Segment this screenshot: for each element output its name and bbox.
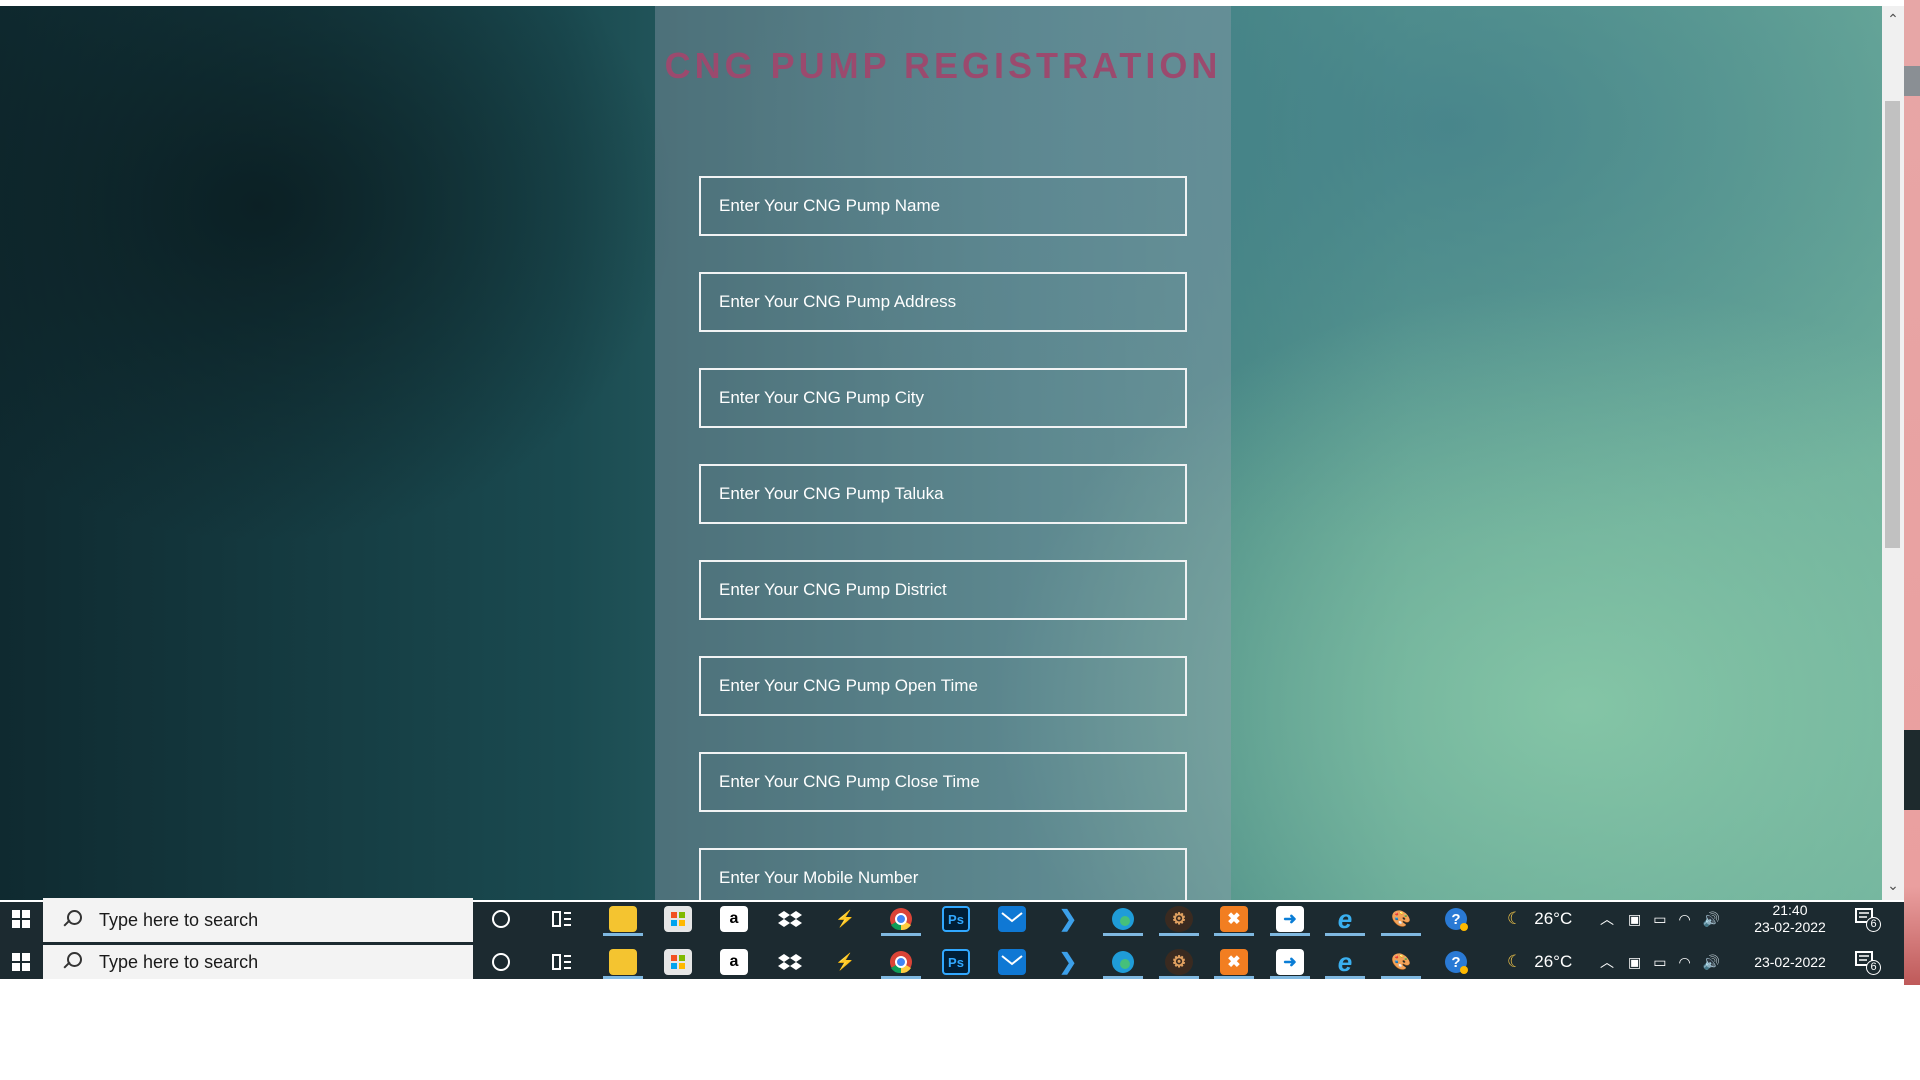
start-button[interactable] <box>0 945 42 979</box>
form-title: CNG PUMP REGISTRATION <box>664 45 1222 86</box>
adjacent-window-dark-region <box>1904 730 1920 810</box>
search-icon <box>59 949 85 975</box>
vscode-icon[interactable]: ❯ <box>1054 906 1082 932</box>
task-view-icon[interactable] <box>548 906 576 932</box>
pump-open-time-input[interactable] <box>699 656 1187 716</box>
battery-icon[interactable]: ▭ <box>1653 911 1666 928</box>
scroll-thumb[interactable] <box>1885 101 1900 548</box>
help-icon[interactable]: ? <box>1442 949 1470 975</box>
registration-form: CNG PUMP REGISTRATION <box>655 6 1231 900</box>
chrome-icon[interactable] <box>881 949 921 979</box>
gear-app-icon[interactable]: ⚙ <box>1159 949 1199 979</box>
start-button[interactable] <box>0 902 42 936</box>
weather-temp: 26°C <box>1534 909 1573 928</box>
amazon-icon[interactable]: a <box>720 906 748 932</box>
moon-icon: ☾ <box>1507 952 1523 971</box>
meet-now-icon[interactable]: ▣ <box>1628 954 1641 971</box>
cortana-icon[interactable] <box>487 906 515 932</box>
page-viewport: CNG PUMP REGISTRATION <box>0 6 1882 900</box>
search-icon <box>59 907 85 933</box>
weather-widget[interactable]: ☾ 26°C <box>1507 902 1572 936</box>
photoshop-icon[interactable]: Ps <box>942 906 970 932</box>
volume-icon[interactable]: 🔊 <box>1703 911 1720 928</box>
xampp-icon[interactable]: ✖ <box>1214 949 1254 979</box>
pump-taluka-input[interactable] <box>699 464 1187 524</box>
taskbar-search-box[interactable]: Type here to search <box>43 945 473 979</box>
store-icon[interactable] <box>664 906 692 932</box>
moon-icon: ☾ <box>1507 909 1523 928</box>
sublime-icon[interactable]: ⚡ <box>831 906 859 932</box>
search-placeholder: Type here to search <box>99 951 259 972</box>
weather-temp: 26°C <box>1534 952 1573 971</box>
clock-time: 21:40 <box>1772 902 1808 918</box>
notification-count: 6 <box>1866 917 1881 932</box>
pump-city-input[interactable] <box>699 368 1187 428</box>
mobile-number-input[interactable] <box>699 848 1187 900</box>
windows-logo-icon <box>12 910 30 928</box>
edge-icon[interactable] <box>1103 906 1143 936</box>
file-explorer-icon[interactable] <box>603 949 643 979</box>
internet-explorer-icon[interactable]: e <box>1325 904 1365 936</box>
vertical-scrollbar[interactable]: ⌃ ⌄ <box>1882 6 1904 900</box>
pump-name-input[interactable] <box>699 176 1187 236</box>
system-tray[interactable]: ︿ ▣ ▭ ◠ 🔊 <box>1600 945 1720 979</box>
notification-center-icon[interactable]: 6 <box>1854 950 1881 975</box>
tray-chevron-up-icon[interactable]: ︿ <box>1600 909 1614 929</box>
wifi-icon[interactable]: ◠ <box>1678 911 1690 928</box>
search-placeholder: Type here to search <box>99 909 259 930</box>
help-icon[interactable]: ? <box>1442 906 1470 932</box>
store-icon[interactable] <box>664 949 692 975</box>
edge-icon[interactable] <box>1103 949 1143 979</box>
volume-icon[interactable]: 🔊 <box>1703 954 1720 971</box>
weather-widget[interactable]: ☾ 26°C <box>1507 945 1572 979</box>
scroll-down-arrow-icon[interactable]: ⌄ <box>1882 874 1904 896</box>
tray-chevron-up-icon[interactable]: ︿ <box>1600 952 1614 972</box>
remote-icon[interactable]: ➜ <box>1270 949 1310 979</box>
amazon-icon[interactable]: a <box>720 949 748 975</box>
wifi-icon[interactable]: ◠ <box>1678 954 1690 971</box>
dropbox-icon[interactable] <box>776 949 804 975</box>
svg-text:?: ? <box>1451 954 1460 971</box>
task-view-icon[interactable] <box>548 949 576 975</box>
clock-date: 23-02-2022 <box>1754 954 1826 970</box>
dropbox-icon[interactable] <box>776 906 804 932</box>
system-tray[interactable]: ︿ ▣ ▭ ◠ 🔊 <box>1600 902 1720 936</box>
svg-text:?: ? <box>1451 911 1460 928</box>
taskbar-clock[interactable]: 23-02-2022 <box>1735 945 1845 979</box>
notification-count: 6 <box>1866 960 1881 975</box>
adjacent-window-tab <box>1904 66 1920 96</box>
taskbar-clock[interactable]: 21:40 23-02-2022 <box>1735 902 1845 936</box>
paint-icon[interactable]: 🎨 <box>1381 949 1421 979</box>
battery-icon[interactable]: ▭ <box>1653 954 1666 971</box>
xampp-icon[interactable]: ✖ <box>1214 906 1254 936</box>
remote-icon[interactable]: ➜ <box>1270 906 1310 936</box>
mail-icon[interactable] <box>998 949 1026 975</box>
photoshop-icon[interactable]: Ps <box>942 949 970 975</box>
chrome-icon[interactable] <box>881 906 921 936</box>
taskbar-duplicate: Type here to search a ⚡ Ps ❯ ⚙ ✖ ➜ e 🎨 ?… <box>0 945 1904 979</box>
vscode-icon[interactable]: ❯ <box>1054 949 1082 975</box>
pump-address-input[interactable] <box>699 272 1187 332</box>
mail-icon[interactable] <box>998 906 1026 932</box>
pump-close-time-input[interactable] <box>699 752 1187 812</box>
file-explorer-icon[interactable] <box>603 906 643 936</box>
cortana-icon[interactable] <box>487 949 515 975</box>
pump-district-input[interactable] <box>699 560 1187 620</box>
meet-now-icon[interactable]: ▣ <box>1628 911 1641 928</box>
sublime-icon[interactable]: ⚡ <box>831 949 859 975</box>
gear-app-icon[interactable]: ⚙ <box>1159 906 1199 936</box>
internet-explorer-icon[interactable]: e <box>1325 947 1365 979</box>
notification-center-icon[interactable]: 6 <box>1854 907 1881 932</box>
adjacent-window-edge <box>1904 0 1920 985</box>
scroll-up-arrow-icon[interactable]: ⌃ <box>1882 8 1904 30</box>
taskbar: Type here to search a ⚡ Ps ❯ ⚙ ✖ ➜ e 🎨 ?… <box>0 898 1904 942</box>
paint-icon[interactable]: 🎨 <box>1381 906 1421 936</box>
windows-logo-icon <box>12 953 30 971</box>
taskbar-search-box[interactable]: Type here to search <box>43 898 473 942</box>
clock-date: 23-02-2022 <box>1754 919 1826 935</box>
